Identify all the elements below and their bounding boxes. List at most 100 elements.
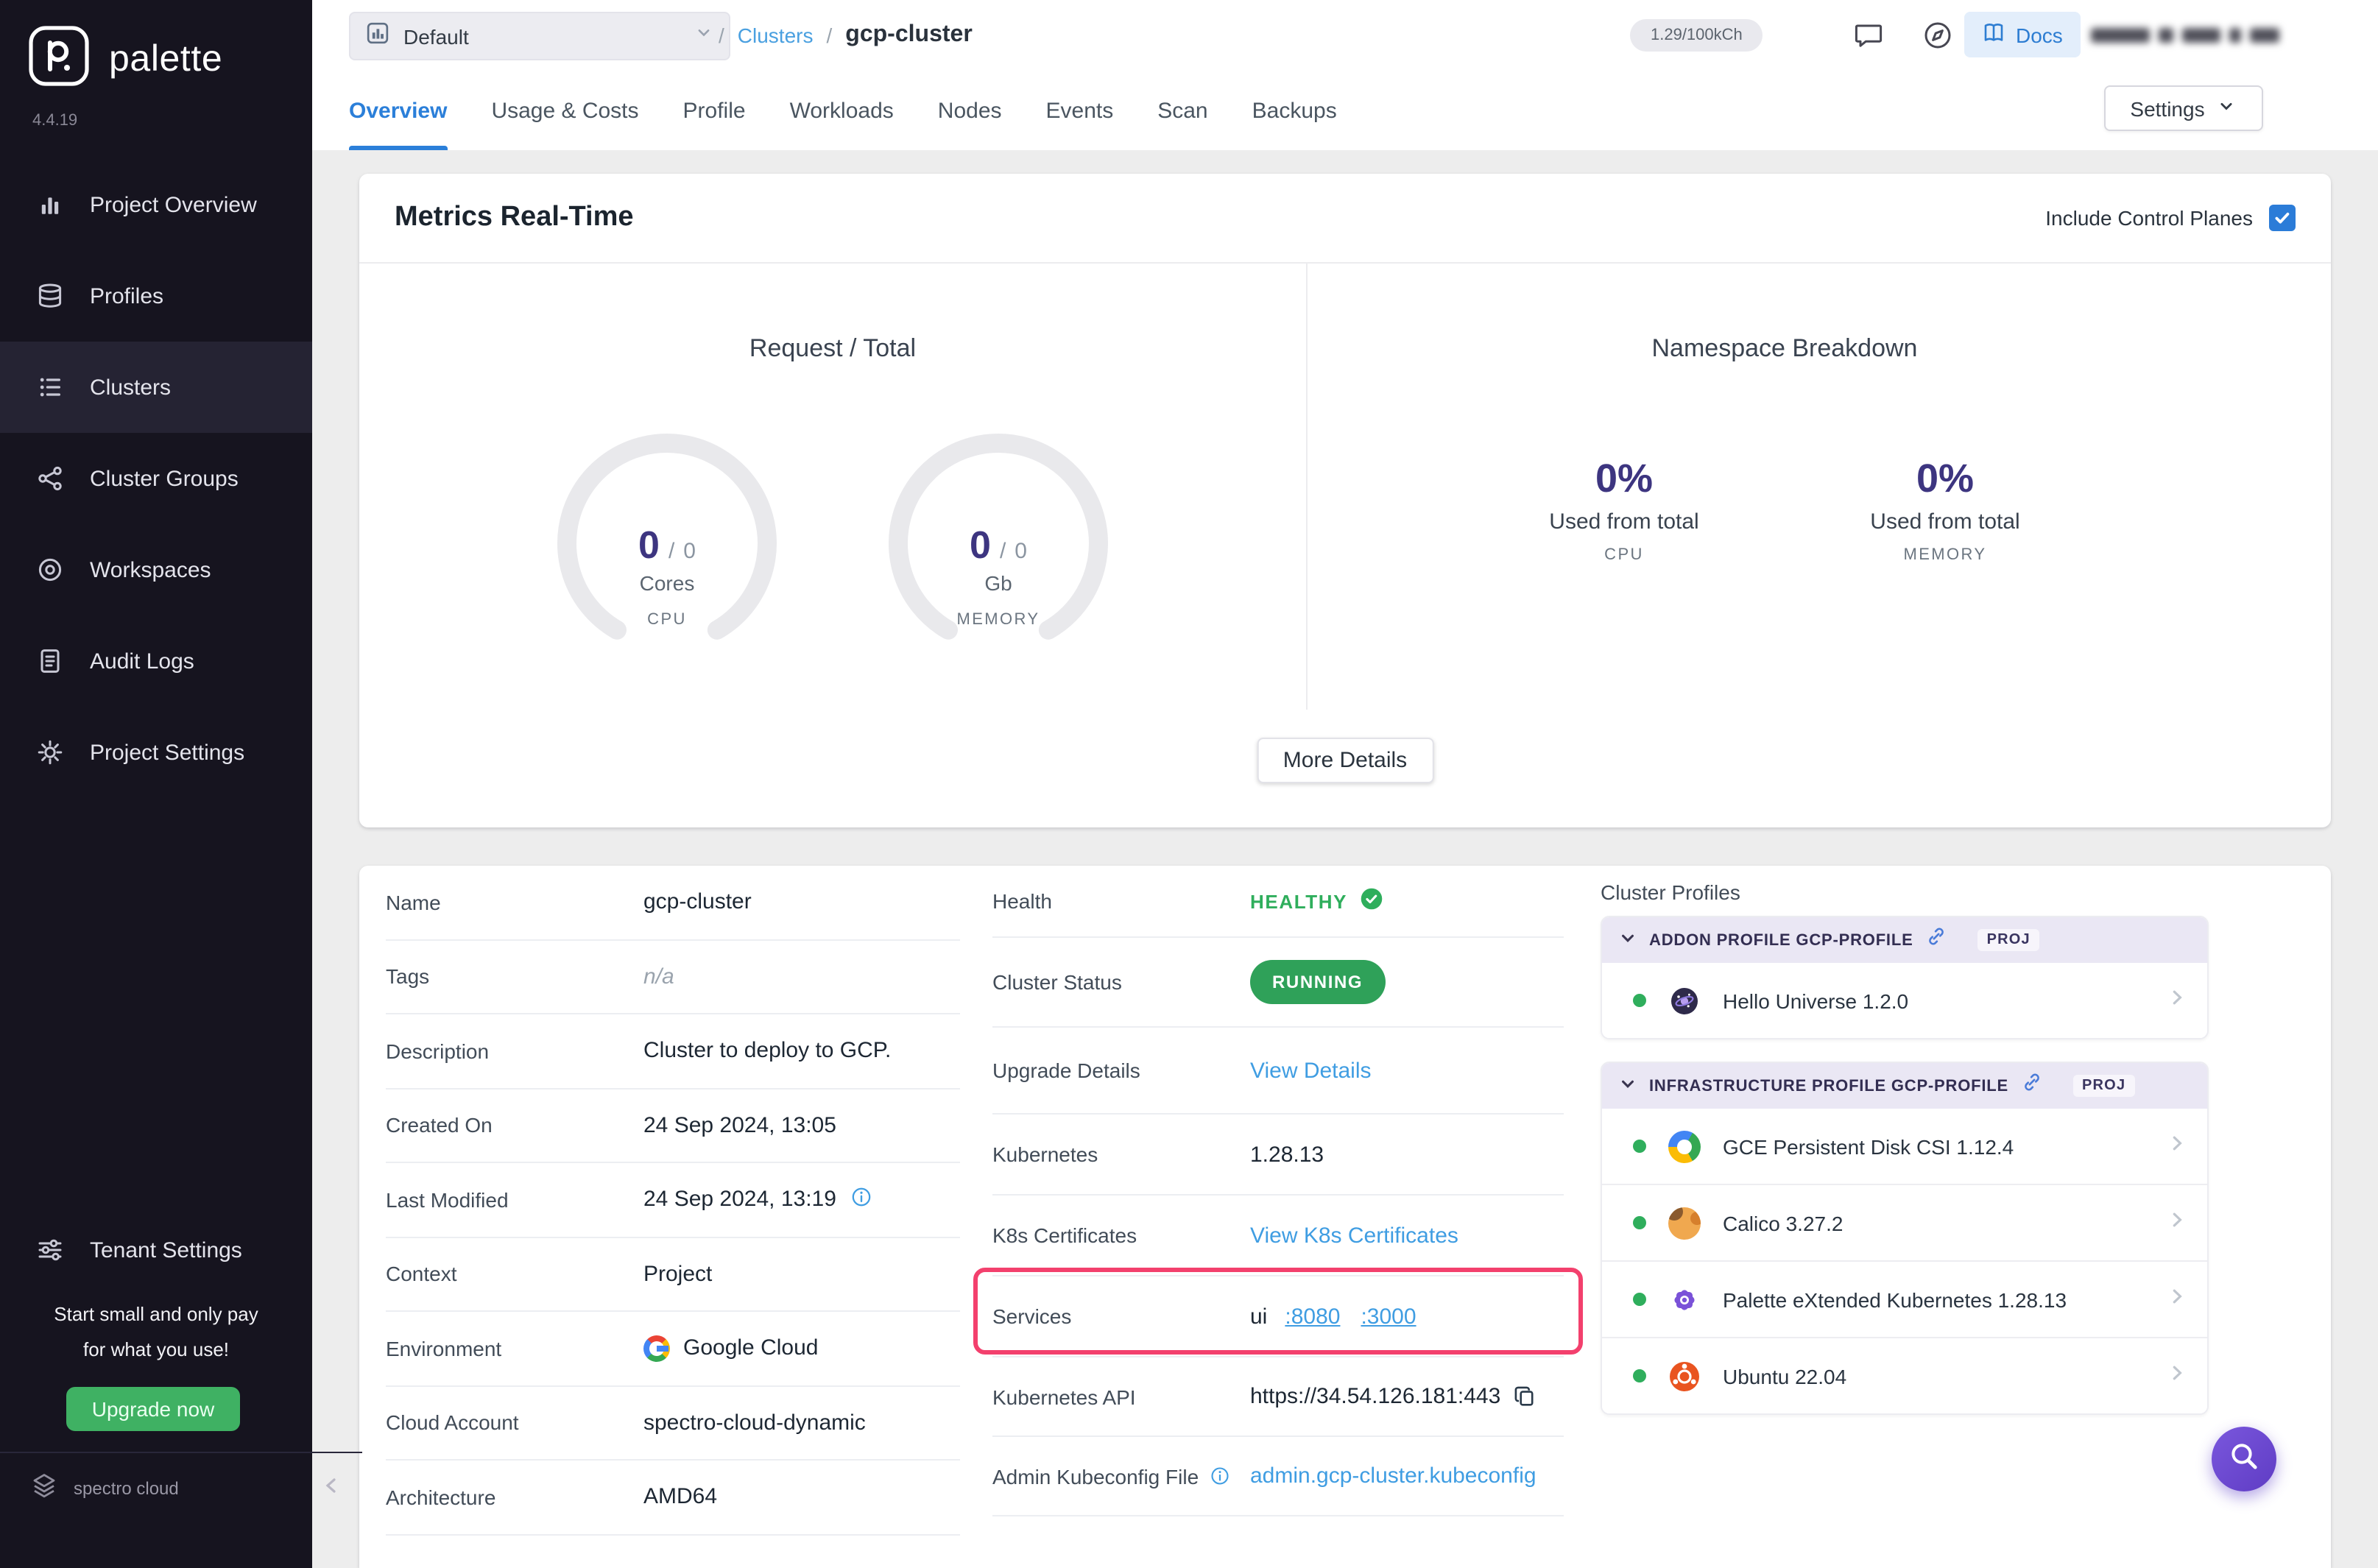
- sidebar-item-audit-logs[interactable]: Audit Logs: [0, 615, 312, 707]
- detail-row-tags: Tags n/a: [386, 940, 960, 1014]
- profile-pack-row-palette-k8s[interactable]: Palette eXtended Kubernetes 1.28.13: [1602, 1262, 2207, 1338]
- view-details-link[interactable]: View Details: [1250, 1058, 1372, 1083]
- layers-icon: [35, 281, 65, 311]
- tab-workloads[interactable]: Workloads: [790, 71, 894, 150]
- collapse-sidebar-icon[interactable]: [321, 1475, 342, 1502]
- include-control-planes-toggle[interactable]: Include Control Planes: [2045, 205, 2296, 231]
- top-bar: Default / Clusters / gcp-cluster 1.29/10…: [312, 0, 2378, 71]
- request-total-gauges: 0 / 0 Cores CPU 0 / 0 Gb MEMORY: [359, 418, 1306, 668]
- sidebar-item-profiles[interactable]: Profiles: [0, 250, 312, 342]
- tab-scan[interactable]: Scan: [1157, 71, 1207, 150]
- namespace-breakdown-title: Namespace Breakdown: [1651, 334, 1918, 362]
- infrastructure-profile-name: INFRASTRUCTURE PROFILE GCP-PROFILE: [1649, 1077, 2008, 1095]
- pack-status-dot: [1633, 1369, 1646, 1382]
- upgrade-now-button[interactable]: Upgrade now: [66, 1387, 240, 1431]
- link-icon: [1927, 926, 1947, 954]
- detail-row-k8s-certificates: K8s Certificates View K8s Certificates: [992, 1196, 1564, 1276]
- settings-button-label: Settings: [2130, 96, 2205, 120]
- chevron-right-icon: [2167, 1286, 2187, 1313]
- brand-name: palette: [109, 38, 223, 80]
- sidebar-item-tenant-settings[interactable]: Tenant Settings: [0, 1204, 347, 1296]
- cpu-total-value: 0: [683, 539, 696, 564]
- cpu-gauge: 0 / 0 Cores CPU: [542, 418, 792, 668]
- floating-search-button[interactable]: [2212, 1427, 2276, 1491]
- pack-status-dot: [1633, 994, 1646, 1007]
- infrastructure-profile-group: INFRASTRUCTURE PROFILE GCP-PROFILE PROJ …: [1601, 1062, 2209, 1415]
- namespace-cpu-stat: 0% Used from total CPU: [1521, 456, 1727, 564]
- profile-pack-row-gce-disk[interactable]: GCE Persistent Disk CSI 1.12.4: [1602, 1109, 2207, 1185]
- info-icon[interactable]: [1209, 1465, 1231, 1487]
- project-scope-badge: PROJ: [1977, 929, 2039, 951]
- addon-profile-name: ADDON PROFILE GCP-PROFILE: [1649, 931, 1913, 949]
- breadcrumb-current-cluster: gcp-cluster: [845, 22, 973, 47]
- sidebar-item-project-settings[interactable]: Project Settings: [0, 707, 312, 798]
- breadcrumb-clusters-link[interactable]: Clusters: [738, 24, 814, 47]
- addon-profile-header[interactable]: ADDON PROFILE GCP-PROFILE PROJ: [1602, 917, 2207, 963]
- chat-icon[interactable]: [1852, 19, 1885, 52]
- cpu-request-value: 0: [638, 523, 660, 567]
- docs-button[interactable]: Docs: [1964, 12, 2081, 57]
- kubeconfig-download-link[interactable]: admin.gcp-cluster.kubeconfig: [1250, 1463, 1536, 1488]
- view-k8s-certificates-link[interactable]: View K8s Certificates: [1250, 1223, 1458, 1248]
- chevron-down-icon: [1620, 927, 1636, 953]
- sidebar-item-clusters[interactable]: Clusters: [0, 342, 312, 433]
- redacted-text-block: [2159, 28, 2173, 43]
- help-compass-icon[interactable]: [1922, 19, 1954, 52]
- book-icon: [1982, 21, 2005, 49]
- calico-icon: [1668, 1207, 1701, 1239]
- memory-gauge: 0 / 0 Gb MEMORY: [873, 418, 1123, 668]
- sidebar-item-workspaces[interactable]: Workspaces: [0, 524, 312, 615]
- sidebar-item-label: Clusters: [90, 375, 172, 400]
- sidebar-item-project-overview[interactable]: Project Overview: [0, 159, 312, 250]
- detail-row-kubernetes: Kubernetes 1.28.13: [992, 1115, 1564, 1196]
- infrastructure-profile-header[interactable]: INFRASTRUCTURE PROFILE GCP-PROFILE PROJ: [1602, 1063, 2207, 1109]
- palette-logo[interactable]: palette: [27, 24, 222, 96]
- detail-row-last-modified: Last Modified 24 Sep 2024, 13:19: [386, 1163, 960, 1237]
- user-menu-redacted[interactable]: [2091, 22, 2279, 49]
- tab-nodes[interactable]: Nodes: [938, 71, 1002, 150]
- project-selector[interactable]: Default: [349, 12, 730, 60]
- profile-pack-row-calico[interactable]: Calico 3.27.2: [1602, 1185, 2207, 1262]
- memory-used-percent: 0%: [1916, 456, 1975, 501]
- service-port-8080-link[interactable]: :8080: [1285, 1304, 1340, 1329]
- namespace-memory-stat: 0% Used from total MEMORY: [1842, 456, 2048, 564]
- memory-total-value: 0: [1015, 539, 1027, 564]
- tab-profile[interactable]: Profile: [683, 71, 746, 150]
- sliders-icon: [35, 1235, 65, 1265]
- tab-usage-costs[interactable]: Usage & Costs: [491, 71, 638, 150]
- tab-backups[interactable]: Backups: [1252, 71, 1337, 150]
- detail-row-health: Health HEALTHY: [992, 866, 1564, 938]
- copy-icon[interactable]: [1512, 1384, 1537, 1409]
- chevron-right-icon: [2167, 1133, 2187, 1159]
- sidebar-item-label: Workspaces: [90, 557, 211, 582]
- hello-universe-icon: [1668, 984, 1701, 1017]
- detail-row-cluster-status: Cluster Status RUNNING: [992, 938, 1564, 1028]
- addon-profile-group: ADDON PROFILE GCP-PROFILE PROJ Hello Uni…: [1601, 916, 2209, 1039]
- search-icon: [2228, 1439, 2260, 1479]
- pack-status-dot: [1633, 1293, 1646, 1306]
- sidebar-item-cluster-groups[interactable]: Cluster Groups: [0, 433, 312, 524]
- palette-logo-icon: [27, 24, 91, 96]
- metrics-realtime-card: Metrics Real-Time Include Control Planes…: [359, 174, 2331, 827]
- detail-row-admin-kubeconfig: Admin Kubeconfig File admin.gcp-cluster.…: [992, 1437, 1564, 1516]
- profile-pack-row-ubuntu[interactable]: Ubuntu 22.04: [1602, 1338, 2207, 1413]
- gear-icon: [35, 738, 65, 767]
- sidebar-item-label: Profiles: [90, 283, 164, 308]
- memory-gauge-metric: MEMORY: [956, 611, 1040, 629]
- cluster-profiles-title: Cluster Profiles: [1601, 880, 1740, 904]
- info-icon[interactable]: [850, 1185, 873, 1215]
- usage-counter-pill[interactable]: 1.29/100kCh: [1630, 19, 1763, 52]
- chevron-right-icon: [2167, 987, 2187, 1014]
- include-control-planes-label: Include Control Planes: [2045, 206, 2253, 230]
- include-control-planes-checkbox[interactable]: [2269, 205, 2296, 231]
- settings-button[interactable]: Settings: [2104, 85, 2263, 131]
- detail-row-created-on: Created On 24 Sep 2024, 13:05: [386, 1089, 960, 1163]
- profile-pack-row-hello-universe[interactable]: Hello Universe 1.2.0: [1602, 963, 2207, 1038]
- detail-row-services: Services ui :8080 :3000: [992, 1276, 1564, 1357]
- running-status-badge: RUNNING: [1250, 960, 1386, 1004]
- more-details-button[interactable]: More Details: [1256, 738, 1434, 783]
- service-port-3000-link[interactable]: :3000: [1361, 1304, 1416, 1329]
- tab-overview[interactable]: Overview: [349, 71, 447, 150]
- rings-icon: [35, 555, 65, 585]
- tab-events[interactable]: Events: [1046, 71, 1114, 150]
